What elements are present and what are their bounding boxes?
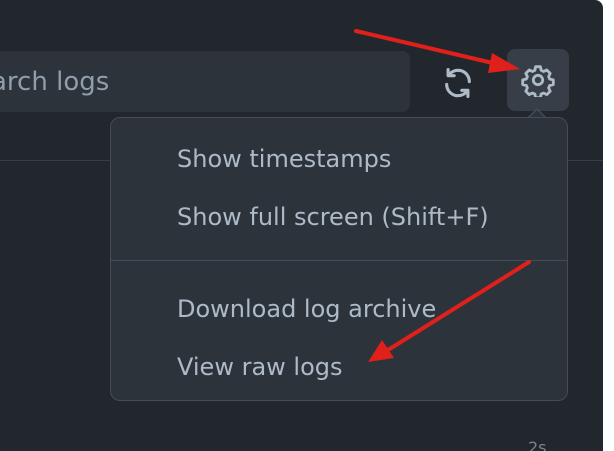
arrow-to-view-raw-logs [368,260,531,362]
annotation-arrows [354,29,531,362]
arrow-to-settings [354,29,520,73]
